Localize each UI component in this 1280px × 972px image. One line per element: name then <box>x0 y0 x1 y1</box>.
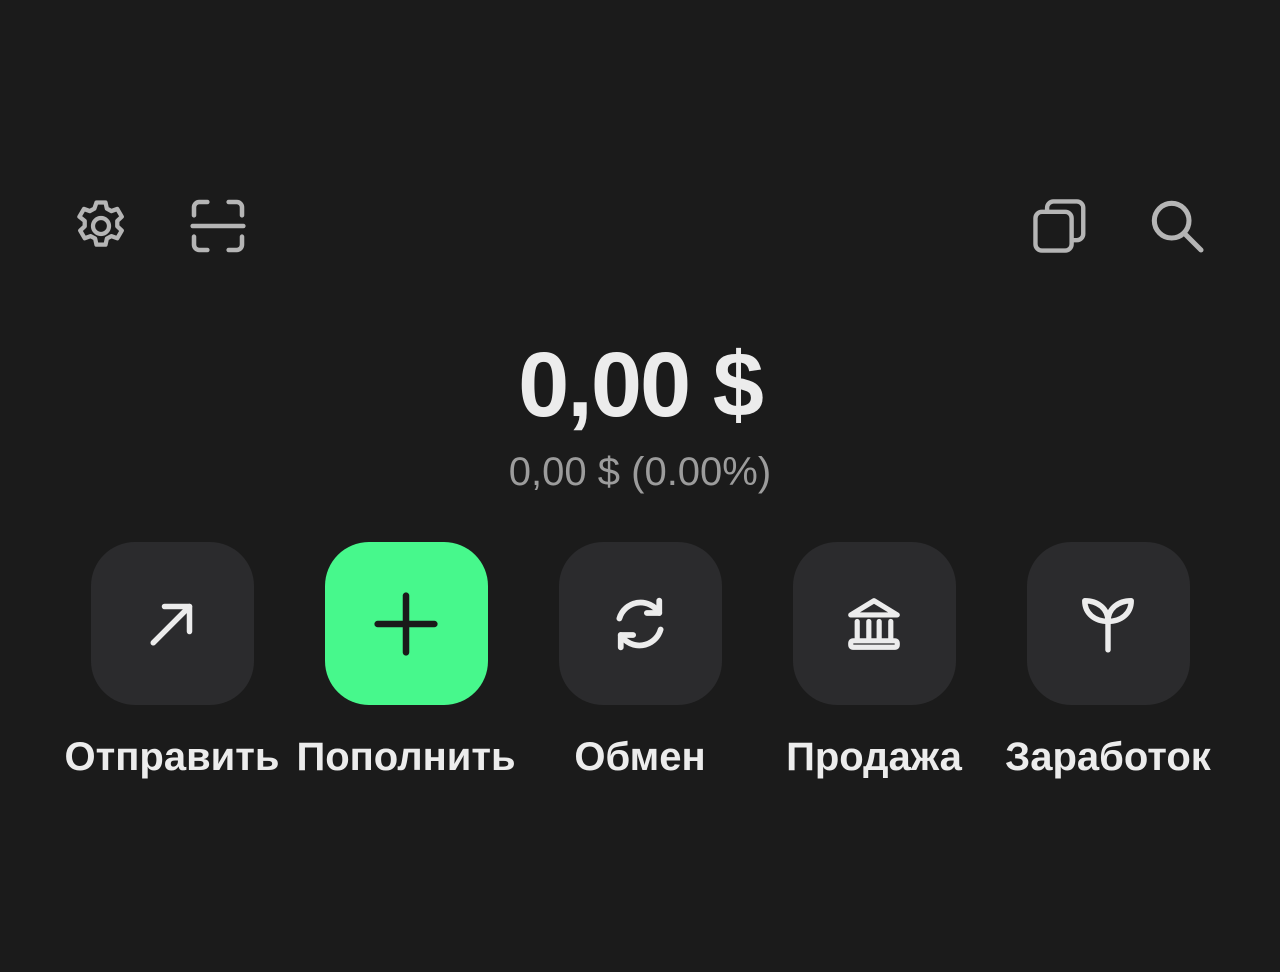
sell-label: Продажа <box>786 735 962 779</box>
scan-button[interactable] <box>182 190 254 262</box>
earn-label: Заработок <box>1005 735 1211 779</box>
balance-change: 0,00 $ (0.00%) <box>508 450 772 494</box>
deposit-tile[interactable] <box>324 542 488 705</box>
sell-button[interactable]: Продажа <box>757 542 991 781</box>
deposit-label: Пополнить <box>296 735 516 779</box>
wallet-home-screen: 0,00 $ 0,00 $ (0.00%) Отправить Пополнит… <box>0 0 1280 972</box>
action-bar: Отправить Пополнить Обмен Продажа Зарабо… <box>0 542 1280 802</box>
earn-tile[interactable] <box>1026 542 1190 705</box>
swap-tile[interactable] <box>558 542 722 705</box>
earn-button[interactable]: Заработок <box>991 542 1225 781</box>
arrow-up-right-icon <box>150 603 193 645</box>
total-balance: 0,00 $ <box>518 334 764 436</box>
bank-icon <box>848 597 900 650</box>
wallets-button[interactable] <box>1024 190 1096 262</box>
search-button[interactable] <box>1141 190 1213 262</box>
send-label: Отправить <box>64 735 280 779</box>
deposit-button[interactable]: Пополнить <box>289 542 523 781</box>
refresh-icon <box>616 597 664 650</box>
swap-label: Обмен <box>574 735 706 779</box>
send-button[interactable]: Отправить <box>55 542 289 781</box>
plus-icon <box>374 591 438 656</box>
gear-icon <box>77 200 124 247</box>
settings-button[interactable] <box>65 190 137 262</box>
balance-block: 0,00 $ 0,00 $ (0.00%) <box>0 330 1280 496</box>
sprout-icon <box>1082 597 1134 653</box>
copy-stack-icon <box>1033 199 1086 253</box>
search-icon <box>1151 200 1204 253</box>
sell-tile[interactable] <box>792 542 956 705</box>
scan-icon <box>190 199 246 253</box>
swap-button[interactable]: Обмен <box>523 542 757 781</box>
send-tile[interactable] <box>90 542 254 705</box>
